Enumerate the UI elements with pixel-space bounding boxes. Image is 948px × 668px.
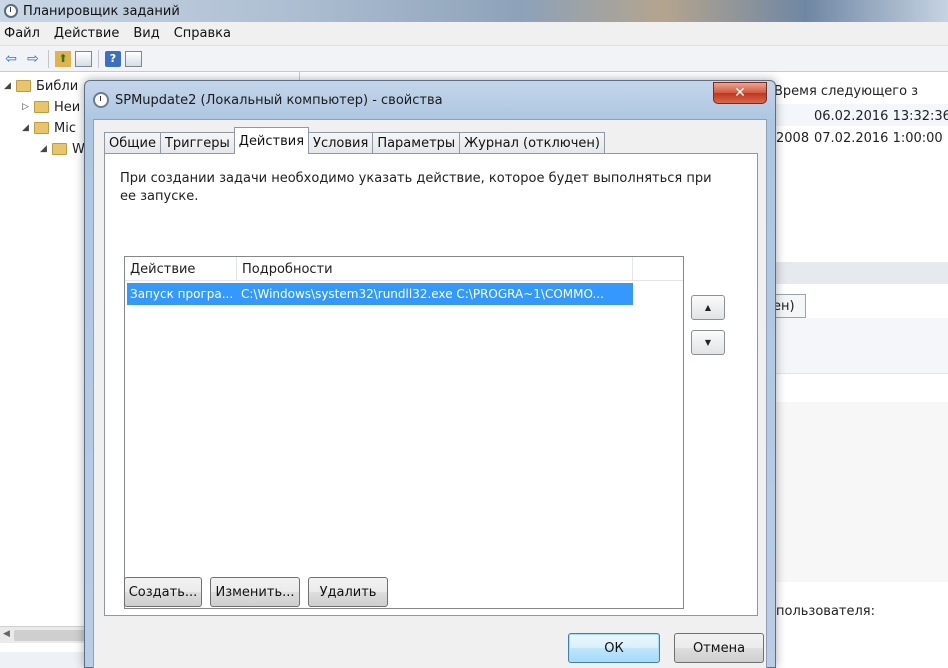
tree-item-microsoft[interactable]: ◢ Mic	[22, 118, 76, 138]
clock-icon	[4, 4, 18, 18]
scrollbar-thumb[interactable]	[14, 630, 94, 641]
actions-list[interactable]: Действие Подробности Запуск програ... C:…	[124, 256, 684, 609]
action-details-cell: C:\Windows\system32\rundll32.exe C:\PROG…	[241, 287, 604, 301]
collapse-arrow-icon[interactable]: ▷	[22, 102, 34, 112]
dialog-title: SPMupdate2 (Локальный компьютер) - свойс…	[115, 92, 443, 108]
folder-icon	[34, 122, 49, 134]
expand-arrow-icon[interactable]: ◢	[40, 144, 52, 154]
forward-arrow-icon[interactable]: ⇨	[24, 50, 42, 68]
dialog-client: Общие Триггеры Действия Условия Параметр…	[93, 119, 767, 668]
delete-action-button[interactable]: Удалить	[308, 577, 388, 607]
folder-icon	[16, 80, 31, 92]
task-next-run-1[interactable]: 06.02.2016 13:32:36	[814, 109, 948, 124]
detail-panel-body	[774, 402, 948, 582]
detail-pane-divider	[774, 262, 948, 284]
menu-file[interactable]: Файл	[4, 26, 40, 41]
tab-general[interactable]: Общие	[104, 132, 161, 154]
toolbar-separator	[98, 49, 99, 68]
menubar: Файл Действие Вид Справка	[0, 22, 948, 46]
tab-triggers[interactable]: Триггеры	[159, 132, 235, 154]
tree-item-windows[interactable]: ◢ W	[40, 139, 85, 159]
tree-item-partial[interactable]: ▷ Неи	[22, 97, 80, 117]
task-next-run-2[interactable]: 07.02.2016 1:00:00	[814, 131, 943, 146]
move-up-button[interactable]: ▲	[691, 295, 725, 320]
toolbar-separator	[48, 49, 49, 68]
show-hide-actions-icon[interactable]	[125, 50, 142, 67]
edit-action-button[interactable]: Изменить...	[210, 577, 300, 607]
tab-strip: Общие Триггеры Действия Условия Параметр…	[104, 127, 605, 154]
toolbar: ⇦ ⇨ ⬆ ?	[0, 46, 948, 72]
up-folder-icon[interactable]: ⬆	[55, 50, 71, 67]
tree-item-library[interactable]: ◢ Библи	[4, 76, 78, 96]
show-hide-tree-icon[interactable]	[75, 50, 92, 67]
arrow-down-icon: ▼	[704, 338, 712, 347]
actions-list-header: Действие Подробности	[125, 257, 683, 281]
action-type-cell: Запуск програ...	[130, 287, 234, 301]
scroll-left-icon[interactable]: ◀	[3, 629, 10, 639]
close-button[interactable]: ✕	[713, 82, 767, 104]
menu-action[interactable]: Действие	[54, 26, 119, 41]
back-arrow-icon[interactable]: ⇦	[2, 50, 20, 68]
table-row[interactable]: Запуск програ... C:\Windows\system32\run…	[127, 283, 633, 305]
tree-item-label: Библи	[36, 78, 79, 94]
tab-history[interactable]: Журнал (отключен)	[459, 132, 605, 154]
user-label-partial: пользователя:	[776, 604, 875, 619]
tab-actions[interactable]: Действия	[233, 127, 310, 154]
tree-item-label: W	[72, 141, 85, 157]
clock-icon	[93, 92, 109, 108]
main-window-titlebar[interactable]: Планировщик заданий	[0, 0, 948, 22]
main-window-title: Планировщик заданий	[23, 3, 180, 19]
ok-button[interactable]: ОК	[568, 633, 660, 663]
detail-panel-band	[774, 318, 948, 374]
task-cell-partial[interactable]: 2008	[776, 131, 809, 146]
column-header-next-run[interactable]: Время следующего з	[774, 84, 918, 99]
tab-settings[interactable]: Параметры	[372, 132, 461, 154]
dialog-titlebar[interactable]: SPMupdate2 (Локальный компьютер) - свойс…	[93, 89, 443, 111]
arrow-up-icon: ▲	[704, 303, 712, 312]
column-header-action[interactable]: Действие	[125, 257, 237, 281]
move-down-button[interactable]: ▼	[691, 330, 725, 355]
column-header-details[interactable]: Подробности	[237, 257, 633, 281]
actions-description: При создании задачи необходимо указать д…	[120, 171, 712, 204]
expand-arrow-icon[interactable]: ◢	[22, 123, 34, 133]
folder-icon	[34, 101, 49, 113]
tree-item-label: Неи	[54, 99, 81, 115]
help-icon[interactable]: ?	[105, 50, 121, 67]
tree-item-label: Mic	[54, 120, 76, 136]
folder-icon	[52, 143, 67, 155]
expand-arrow-icon[interactable]: ◢	[4, 81, 16, 91]
menu-view[interactable]: Вид	[133, 26, 159, 41]
tab-conditions[interactable]: Условия	[308, 132, 374, 154]
create-action-button[interactable]: Создать...	[124, 577, 202, 607]
menu-help[interactable]: Справка	[174, 26, 231, 41]
task-properties-dialog: SPMupdate2 (Локальный компьютер) - свойс…	[84, 80, 776, 668]
cancel-button[interactable]: Отмена	[674, 633, 764, 663]
